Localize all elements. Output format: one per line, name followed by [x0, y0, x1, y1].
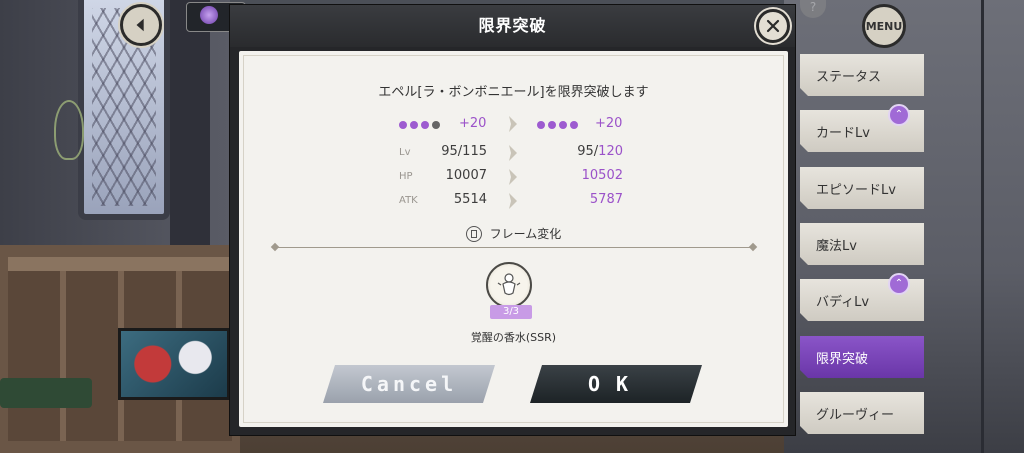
frame-icon	[465, 225, 482, 242]
rank-dot-empty	[432, 121, 440, 129]
dialog-panel: エペル[ラ・ボンボニエール]を限界突破します +20 +20 Lv 95/115…	[239, 51, 788, 427]
tab-magic-lv[interactable]: 魔法Lv	[800, 223, 924, 265]
stat-row-hp: HP 10007 10502	[239, 168, 788, 188]
rank-plus-after: +20	[595, 116, 623, 131]
item-name: 覚醒の香水(SSR)	[470, 331, 557, 344]
tab-status-label: ステータス	[816, 69, 882, 85]
frame-change-row: フレーム変化	[239, 225, 788, 242]
arrow-right-icon	[509, 169, 517, 185]
cancel-button[interactable]: Cancel	[323, 365, 495, 403]
limit-break-dialog: 限界突破 エペル[ラ・ボンボニエール]を限界突破します +20 +20 Lv 9…	[229, 4, 796, 436]
ok-button[interactable]: OK	[530, 365, 702, 403]
tab-limit-break[interactable]: 限界突破	[800, 336, 924, 378]
arrow-right-icon	[509, 145, 517, 161]
cancel-button-label: Cancel	[360, 372, 458, 396]
rank-dot	[410, 121, 418, 129]
tab-buddy-lv-label: バディLv	[816, 294, 870, 310]
menu-button-label: MENU	[865, 19, 903, 33]
background-lamp	[54, 100, 84, 160]
tab-episode-lv[interactable]: エピソードLv	[800, 167, 924, 209]
item-count-badge: 3/3	[490, 305, 532, 319]
stat-after-highlight: 120	[598, 144, 623, 159]
stat-label: HP	[399, 171, 413, 182]
chevron-left-icon	[136, 18, 144, 32]
rank-dot	[421, 121, 429, 129]
perfume-icon	[497, 273, 521, 296]
level-up-badge-icon: ⌃	[888, 273, 910, 295]
menu-button[interactable]: MENU	[862, 4, 906, 48]
tab-groovy[interactable]: グルーヴィー	[800, 392, 924, 434]
rank-dots-after	[537, 119, 578, 131]
background-seat	[0, 378, 92, 408]
rank-plus-before: +20	[459, 116, 487, 131]
rank-dot	[537, 121, 545, 129]
stat-row-lv: Lv 95/115 95/120	[239, 144, 788, 164]
stat-row-atk: ATK 5514 5787	[239, 192, 788, 212]
frame-change-label: フレーム変化	[489, 227, 562, 241]
rank-dot	[559, 121, 567, 129]
dialog-title: 限界突破	[478, 16, 547, 35]
stat-before: 5514	[453, 192, 487, 207]
dialog-subtitle: エペル[ラ・ボンボニエール]を限界突破します	[378, 85, 649, 100]
tab-limit-break-label: 限界突破	[816, 351, 869, 367]
back-button[interactable]	[120, 4, 162, 46]
item-icon-frame	[486, 262, 532, 308]
tab-card-lv-label: カードLv	[816, 125, 870, 141]
rank-dot	[570, 121, 578, 129]
ok-button-label: OK	[587, 372, 645, 396]
arrow-right-icon	[509, 116, 517, 132]
tab-status[interactable]: ステータス	[800, 54, 924, 96]
rank-dots-before	[399, 119, 440, 131]
tab-episode-lv-label: エピソードLv	[816, 182, 896, 198]
card-thumbnail[interactable]	[118, 328, 230, 400]
background-pillar	[170, 0, 210, 250]
level-up-badge-icon: ⌃	[888, 104, 910, 126]
stat-before: 10007	[445, 168, 487, 183]
tab-magic-lv-label: 魔法Lv	[816, 238, 857, 254]
stat-label: Lv	[399, 147, 411, 158]
stat-after-prefix: 95/	[577, 144, 599, 159]
stat-label: ATK	[399, 195, 418, 206]
close-icon	[766, 19, 780, 33]
stat-after: 10502	[581, 168, 623, 183]
divider	[275, 247, 753, 248]
stat-after: 5787	[589, 192, 623, 207]
stat-after: 95/120	[539, 144, 623, 159]
arrow-right-icon	[509, 193, 517, 209]
gem-icon	[200, 6, 218, 24]
rank-dot	[399, 121, 407, 129]
close-button[interactable]	[756, 9, 790, 43]
tab-groovy-label: グルーヴィー	[816, 407, 895, 423]
stat-before: 95/115	[441, 144, 487, 159]
rank-dot	[548, 121, 556, 129]
